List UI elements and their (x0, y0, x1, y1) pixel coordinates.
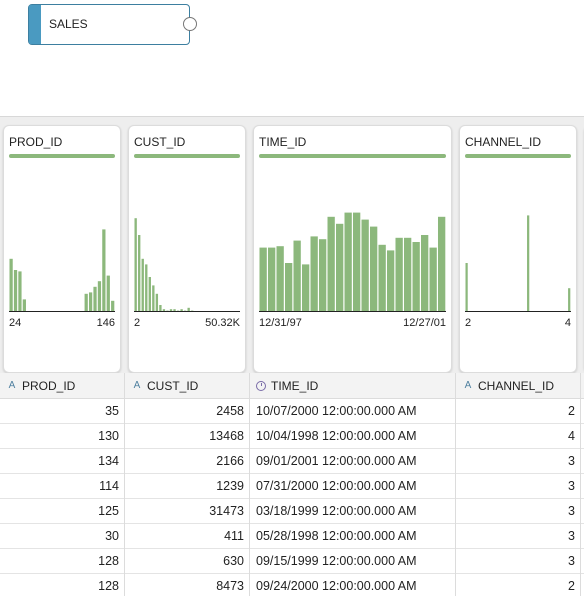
data-grid[interactable]: PROD_ID 24 146 A PROD_ID 35 130 134 114 125 30 128 1… (0, 116, 584, 596)
column-cells: 35 130 134 114 125 30 128 128 (0, 399, 125, 596)
column-header-label: TIME_ID (271, 378, 319, 393)
table-cell[interactable]: 35 (0, 399, 125, 424)
table-cell[interactable]: 114 (0, 474, 125, 499)
column-cells: 10/07/2000 12:00:00.000 AM 10/04/1998 12:… (250, 399, 456, 596)
table-cell[interactable]: 125 (0, 499, 125, 524)
table-cell[interactable]: 128 (0, 549, 125, 574)
table-cell[interactable]: 2 (456, 399, 581, 424)
node-output-port[interactable] (183, 17, 197, 31)
string-type-icon: A (8, 380, 16, 391)
table-cell[interactable]: 09/01/2001 12:00:00.000 AM (250, 449, 456, 474)
grid-column-time: TIME_ID 10/07/2000 12:00:00.000 AM 10/04/1… (250, 117, 456, 596)
column-header-prod[interactable]: A PROD_ID (0, 373, 125, 399)
table-cell[interactable]: 2458 (125, 399, 250, 424)
grid-column-prod: A PROD_ID 35 130 134 114 125 30 128 128 (0, 117, 125, 596)
column-cells: 24333332 (456, 399, 581, 596)
table-cell[interactable]: 2 (456, 574, 581, 596)
sales-node[interactable]: SALES (28, 4, 197, 45)
table-cell[interactable]: 4 (456, 424, 581, 449)
column-header-label: CHANNEL_ID (478, 378, 555, 393)
table-cell[interactable]: 10/04/1998 12:00:00.000 AM (250, 424, 456, 449)
grid-column-cust: A CUST_ID 2458 13468 2166 1239 31473 411 630 8473 (125, 117, 250, 596)
node-color-strip (29, 5, 41, 44)
table-cell[interactable]: 03/18/1999 12:00:00.000 AM (250, 499, 456, 524)
column-header-label: CUST_ID (147, 378, 199, 393)
table-cell[interactable]: 09/15/1999 12:00:00.000 AM (250, 549, 456, 574)
string-type-icon: A (133, 380, 141, 391)
table-cell[interactable]: 13468 (125, 424, 250, 449)
table-cell[interactable]: 3 (456, 499, 581, 524)
table-cell[interactable]: 411 (125, 524, 250, 549)
grid-column-channel: A CHANNEL_ID 2 4 3 3 3 3 3 2 (456, 117, 581, 596)
column-header-channel[interactable]: A CHANNEL_ID (456, 373, 581, 399)
table-cell[interactable]: 134 (0, 449, 125, 474)
table-cell[interactable]: 30 (0, 524, 125, 549)
table-cell[interactable]: 3 (456, 549, 581, 574)
table-cell[interactable]: 3 (456, 449, 581, 474)
table-cell[interactable]: 31473 (125, 499, 250, 524)
table-cell[interactable]: 10/07/2000 12:00:00.000 AM (250, 399, 456, 424)
node-label: SALES (49, 17, 88, 31)
clock-icon (256, 380, 266, 391)
workflow-canvas[interactable]: SALES (0, 0, 584, 116)
table-cell[interactable]: 3 (456, 474, 581, 499)
table-cell[interactable]: 128 (0, 574, 125, 596)
column-header-label: PROD_ID (22, 378, 76, 393)
table-cell[interactable]: 2166 (125, 449, 250, 474)
column-header-cust[interactable]: A CUST_ID (125, 373, 250, 399)
table-cell[interactable]: 07/31/2000 12:00:00.000 AM (250, 474, 456, 499)
table-cell[interactable]: 1239 (125, 474, 250, 499)
table-cell[interactable]: 09/24/2000 12:00:00.000 AM (250, 574, 456, 596)
table-cell[interactable]: 3 (456, 524, 581, 549)
column-cells: 2458 13468 2166 1239 31473 411 630 8473 (125, 399, 250, 596)
table-cell[interactable]: 05/28/1998 12:00:00.000 AM (250, 524, 456, 549)
table-cell[interactable]: 130 (0, 424, 125, 449)
table-cell[interactable]: 630 (125, 549, 250, 574)
table-cell[interactable]: 8473 (125, 574, 250, 596)
string-type-icon: A (464, 380, 472, 391)
column-header-time[interactable]: TIME_ID (250, 373, 456, 399)
